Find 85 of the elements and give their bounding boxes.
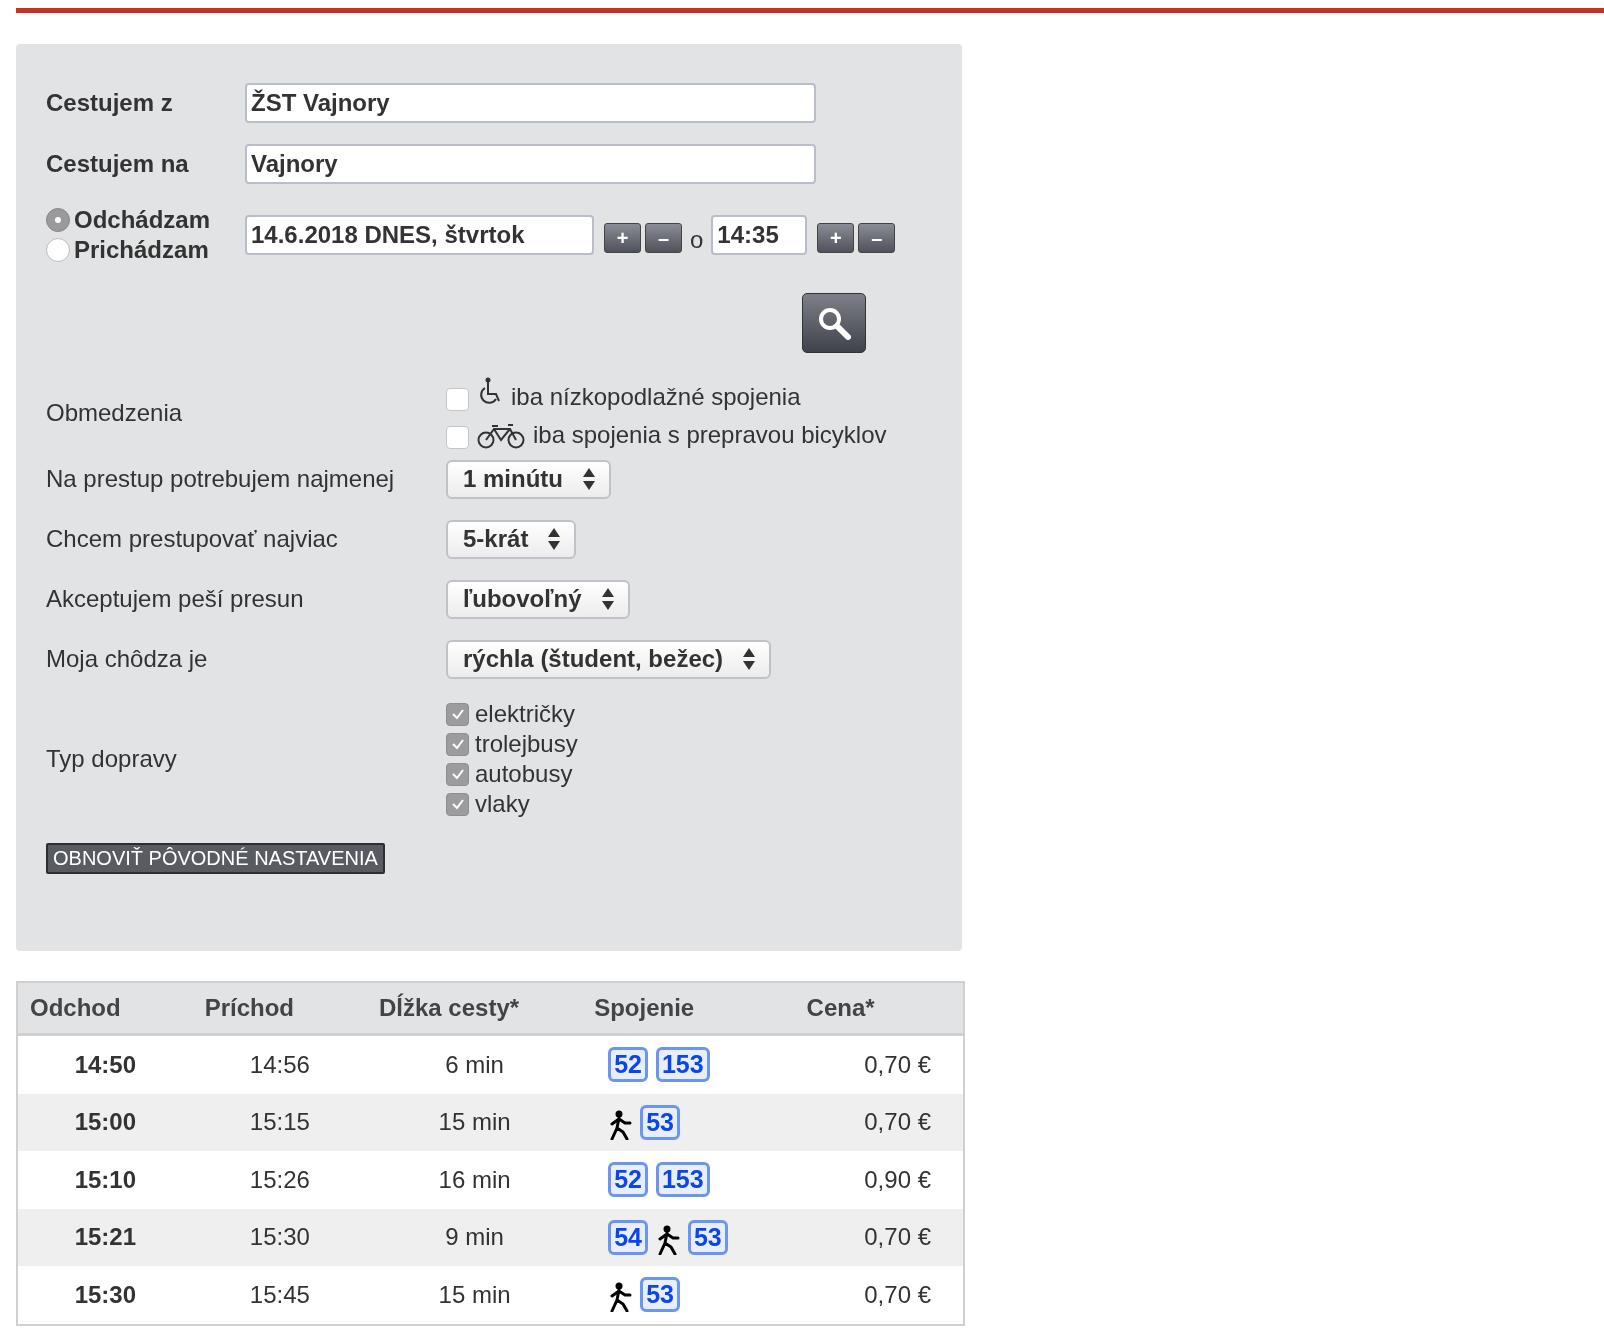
column-header: Príchod bbox=[192, 982, 367, 1035]
check-icon bbox=[450, 738, 465, 750]
checkbox-label: autobusy bbox=[475, 760, 573, 788]
check-icon bbox=[450, 798, 465, 810]
field-label: Moja chôdza je bbox=[46, 644, 209, 674]
checkbox[interactable] bbox=[446, 762, 469, 786]
checkbox[interactable] bbox=[446, 426, 469, 449]
line-link[interactable]: 54 bbox=[608, 1219, 648, 1255]
radio-button[interactable] bbox=[46, 208, 70, 232]
line-link[interactable]: 153 bbox=[655, 1162, 710, 1198]
table-cell: 16 min bbox=[367, 1151, 583, 1209]
checkbox-label: električky bbox=[475, 700, 576, 728]
line-link[interactable]: 53 bbox=[640, 1104, 680, 1140]
line-link[interactable]: 153 bbox=[655, 1047, 710, 1083]
field-label: Akceptujem peší presun bbox=[46, 584, 305, 614]
walking-person-icon bbox=[608, 1282, 633, 1313]
table-cell: 15 min bbox=[367, 1093, 583, 1151]
table-cell: 0,70 € bbox=[794, 1208, 964, 1266]
line-link[interactable]: 53 bbox=[640, 1277, 680, 1313]
radio-label: Prichádzam bbox=[74, 236, 209, 264]
field-label: Na prestup potrebujem najmenej bbox=[46, 464, 396, 494]
table-cell: 14:56 bbox=[192, 1034, 367, 1094]
dropdown[interactable]: 5-krát bbox=[446, 519, 577, 559]
table-cell: 9 min bbox=[367, 1208, 583, 1266]
field-label: Obmedzenia bbox=[46, 399, 184, 427]
radio-label: Odchádzam bbox=[74, 206, 211, 234]
decrement-button[interactable]: – bbox=[645, 223, 682, 253]
updown-icon bbox=[548, 528, 561, 550]
search-button[interactable] bbox=[802, 293, 866, 353]
field-label: Typ dopravy bbox=[46, 745, 178, 773]
table-cell: 6 min bbox=[367, 1034, 583, 1094]
table-cell: 0,70 € bbox=[794, 1093, 964, 1151]
table-cell: 14:50 bbox=[17, 1034, 193, 1094]
search-icon bbox=[817, 306, 851, 340]
field-label: Cestujem na bbox=[46, 150, 190, 178]
time-separator: o bbox=[690, 226, 704, 254]
bicycle-icon bbox=[477, 423, 525, 449]
checkbox[interactable] bbox=[446, 732, 469, 756]
table-cell: 0,70 € bbox=[794, 1034, 964, 1094]
updown-icon bbox=[583, 468, 595, 490]
decrement-button[interactable]: – bbox=[858, 223, 896, 253]
checkbox[interactable] bbox=[446, 792, 469, 816]
radio-button[interactable] bbox=[46, 238, 70, 262]
line-link[interactable]: 52 bbox=[608, 1162, 648, 1198]
from-field[interactable]: ŽST Vajnory bbox=[245, 83, 816, 123]
table-cell: 15:21 bbox=[17, 1208, 193, 1266]
checkbox-label: iba spojenia s prepravou bicyklov bbox=[533, 421, 887, 449]
table-cell: 15:10 bbox=[17, 1151, 193, 1209]
column-header: Odchod bbox=[17, 982, 193, 1035]
table-cell: 15:26 bbox=[192, 1151, 367, 1209]
table-cell: 15:30 bbox=[17, 1266, 193, 1325]
table-cell: 0,70 € bbox=[794, 1266, 964, 1325]
dropdown[interactable]: 1 minútu bbox=[446, 459, 611, 499]
dropdown[interactable]: rýchla (študent, bežec) bbox=[446, 639, 772, 679]
column-header: Spojenie bbox=[582, 982, 795, 1035]
checkbox[interactable] bbox=[446, 388, 469, 411]
dropdown[interactable]: ľubovoľný bbox=[446, 579, 630, 619]
date-field[interactable]: 14.6.2018 DNES, štvrtok bbox=[245, 215, 594, 255]
checkbox-label: vlaky bbox=[475, 790, 530, 818]
line-link[interactable]: 53 bbox=[687, 1219, 728, 1255]
time-field[interactable]: 14:35 bbox=[711, 215, 808, 255]
checkbox-label: iba nízkopodlažné spojenia bbox=[511, 383, 801, 411]
table-cell: 15:15 bbox=[192, 1093, 367, 1151]
reset-button[interactable]: OBNOVIŤ PÔVODNÉ NASTAVENIA bbox=[46, 843, 385, 874]
checkbox-label: trolejbusy bbox=[475, 730, 578, 758]
table-cell: 15:45 bbox=[192, 1266, 367, 1325]
updown-icon bbox=[743, 648, 756, 670]
field-label: Chcem prestupovať najviac bbox=[46, 524, 339, 554]
line-link[interactable]: 52 bbox=[608, 1047, 648, 1083]
column-header: Cena* bbox=[794, 982, 964, 1035]
table-cell: 15:30 bbox=[192, 1208, 367, 1266]
check-icon bbox=[450, 768, 465, 780]
field-label: Cestujem z bbox=[46, 89, 174, 117]
check-icon bbox=[450, 708, 465, 720]
walking-person-icon bbox=[655, 1224, 680, 1255]
table-cell: 15:00 bbox=[17, 1093, 193, 1151]
checkbox[interactable] bbox=[446, 702, 469, 726]
increment-button[interactable]: + bbox=[817, 223, 855, 253]
table-cell: 0,90 € bbox=[794, 1151, 964, 1209]
column-header: Dĺžka cesty* bbox=[367, 982, 583, 1035]
walking-person-icon bbox=[608, 1109, 633, 1140]
updown-icon bbox=[601, 588, 614, 610]
to-field[interactable]: Vajnory bbox=[245, 144, 816, 184]
increment-button[interactable]: + bbox=[604, 223, 641, 253]
table-cell: 15 min bbox=[367, 1266, 583, 1325]
